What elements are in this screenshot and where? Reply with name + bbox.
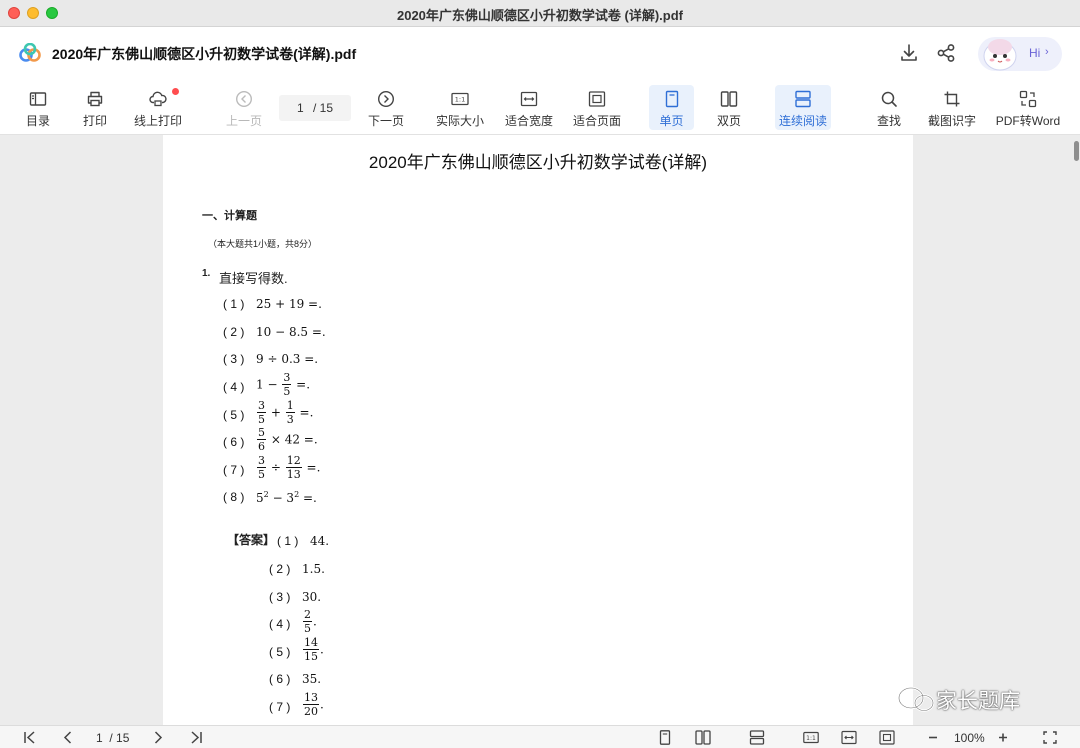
svg-text:1:1: 1:1 — [806, 735, 816, 742]
assistant-label: Hi — [1029, 46, 1041, 60]
assistant-avatar-icon — [983, 39, 1017, 71]
fraction: 35 — [282, 371, 292, 398]
fit-page-button[interactable]: 适合页面 — [570, 80, 624, 135]
zoom-in-icon[interactable] — [995, 730, 1011, 745]
section-heading: 一、计算题 — [202, 210, 257, 222]
answer-label: 【答案】 — [227, 533, 276, 547]
fraction: 25 — [303, 608, 312, 635]
prev-page-icon[interactable] — [60, 730, 76, 745]
download-icon[interactable] — [898, 42, 920, 64]
zoom-level[interactable]: 100% — [954, 731, 985, 745]
continuous-scroll-icon[interactable] — [749, 730, 765, 745]
app-logo-icon — [19, 43, 41, 62]
watermark-text: 家长题库 — [936, 690, 1020, 713]
fit-page-icon[interactable] — [879, 730, 895, 745]
fullscreen-icon[interactable] — [1042, 730, 1058, 745]
pdf-to-word-button[interactable]: PDF转Word — [994, 80, 1062, 135]
online-print-button[interactable]: 线上打印 — [129, 80, 187, 135]
sidebar-icon — [29, 92, 47, 106]
fraction: 35 — [257, 399, 266, 426]
fraction: 13 20 — [303, 691, 319, 718]
crop-icon — [944, 91, 960, 107]
section-note: （本大题共1小题，共8分） — [208, 239, 318, 249]
convert-icon — [1019, 90, 1037, 108]
arrow-right-circle-icon — [377, 90, 395, 108]
document-title: 2020年广东佛山顺德区小升初数学试卷(详解).pdf — [52, 46, 357, 62]
fraction: 12 13 — [285, 454, 302, 481]
continuous-scroll-icon — [795, 90, 811, 108]
search-icon — [881, 91, 897, 107]
single-page-icon — [665, 90, 678, 108]
notification-dot — [172, 88, 179, 95]
fit-width-icon[interactable] — [841, 730, 857, 745]
fit-width-icon — [520, 91, 538, 107]
question-number: 1. — [202, 268, 211, 279]
app-header: 2020年广东佛山顺德区小升初数学试卷(详解).pdf Hi › — [0, 27, 1080, 80]
prev-page-button[interactable]: 上一页 — [222, 80, 266, 135]
arrow-left-circle-icon — [235, 90, 253, 108]
cloud-print-icon — [149, 91, 167, 107]
bottom-statusbar: 1 / 15 1:1 100% — [0, 725, 1080, 748]
question-text: 直接写得数. — [219, 271, 288, 286]
status-page-indicator[interactable]: 1 / 15 — [96, 731, 129, 745]
zoom-out-icon[interactable] — [925, 730, 941, 745]
single-page-button[interactable]: 单页 — [649, 85, 694, 130]
single-page-icon[interactable] — [657, 730, 673, 745]
ocr-button[interactable]: 截图识字 — [926, 80, 978, 135]
print-button[interactable]: 打印 — [75, 80, 115, 135]
next-page-button[interactable]: 下一页 — [364, 80, 408, 135]
pdf-document-title: 2020年广东佛山顺德区小升初数学试卷(详解) — [368, 153, 708, 172]
page-number-input[interactable]: 1 / 15 — [279, 95, 351, 121]
find-button[interactable]: 查找 — [869, 80, 909, 135]
toc-button[interactable]: 目录 — [18, 80, 58, 135]
fraction: 13 — [285, 399, 295, 426]
share-icon[interactable] — [935, 42, 957, 64]
svg-text:1:1: 1:1 — [455, 96, 465, 104]
fit-page-icon — [588, 91, 606, 107]
actual-size-icon: 1:1 — [451, 92, 469, 106]
pdf-page: 2020年广东佛山顺德区小升初数学试卷(详解) 一、计算题 （本大题共1小题，共… — [163, 135, 913, 725]
actual-size-icon[interactable]: 1:1 — [803, 730, 819, 745]
double-page-icon — [720, 91, 738, 107]
printer-icon — [87, 91, 103, 107]
vertical-scrollbar[interactable] — [1074, 141, 1079, 161]
document-viewer[interactable]: 2020年广东佛山顺德区小升初数学试卷(详解) 一、计算题 （本大题共1小题，共… — [0, 135, 1080, 725]
window-titlebar: 2020年广东佛山顺德区小升初数学试卷 (详解).pdf — [0, 0, 1080, 27]
window-title: 2020年广东佛山顺德区小升初数学试卷 (详解).pdf — [396, 8, 683, 23]
first-page-icon[interactable] — [22, 730, 38, 745]
continuous-reading-button[interactable]: 连续阅读 — [775, 85, 831, 130]
main-toolbar: 目录 打印 线上打印 上一页 1 / 15 下一页 1:1 实际大小 适合宽度 … — [0, 80, 1080, 135]
fit-width-button[interactable]: 适合宽度 — [503, 80, 555, 135]
double-page-icon[interactable] — [695, 730, 711, 745]
fraction: 14 15 — [303, 636, 319, 663]
last-page-icon[interactable] — [188, 730, 204, 745]
next-page-icon[interactable] — [150, 730, 166, 745]
fraction: 35 — [257, 454, 266, 481]
fraction: 56 — [257, 426, 266, 453]
double-page-button[interactable]: 双页 — [708, 80, 750, 135]
actual-size-button[interactable]: 1:1 实际大小 — [434, 80, 486, 135]
chevron-right-icon: › — [1045, 46, 1049, 58]
